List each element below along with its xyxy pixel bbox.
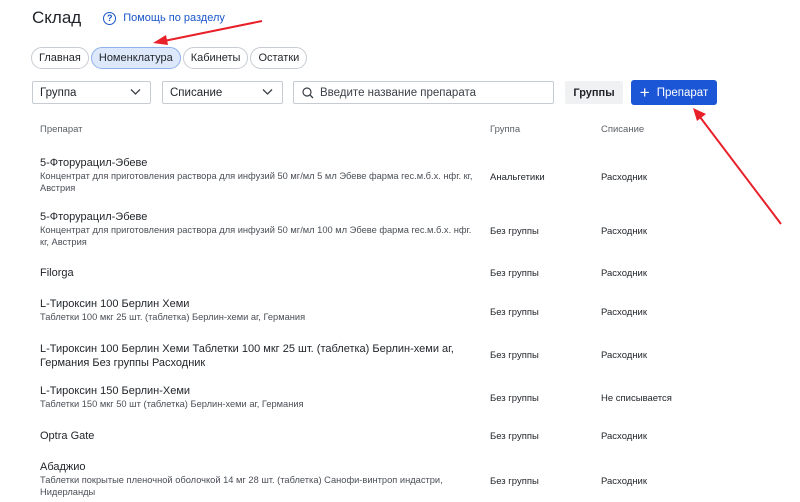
- drug-group: Без группы: [490, 226, 539, 237]
- tab-stock[interactable]: Остатки: [250, 47, 308, 69]
- drug-writeoff: Расходник: [601, 431, 648, 442]
- plus-icon: +: [639, 83, 650, 102]
- drug-name: L-Тироксин 100 Берлин Хеми Таблетки 100 …: [40, 343, 454, 369]
- drug-name: Filorga: [40, 267, 74, 279]
- page-header: Склад ? Помощь по разделу: [32, 6, 225, 30]
- drug-group: Без группы: [490, 476, 539, 487]
- drug-writeoff: Расходник: [601, 268, 648, 279]
- drug-writeoff: Расходник: [601, 476, 648, 487]
- drug-description: Концентрат для приготовления раствора дл…: [40, 225, 472, 247]
- tab-main-label: Главная: [39, 52, 81, 64]
- drug-group: Без группы: [490, 350, 539, 361]
- help-link[interactable]: ? Помощь по разделу: [103, 11, 225, 25]
- tab-main[interactable]: Главная: [31, 47, 89, 69]
- add-drug-button[interactable]: + Препарат: [631, 80, 717, 105]
- drug-name: L-Тироксин 150 Берлин-Хеми: [40, 385, 191, 397]
- drug-writeoff: Расходник: [601, 172, 648, 183]
- drug-group: Анальгетики: [490, 172, 545, 183]
- table-header: Препарат Группа Списание: [0, 124, 800, 138]
- help-link-label: Помощь по разделу: [123, 12, 225, 24]
- drug-writeoff: Расходник: [601, 350, 648, 361]
- drug-name: 5-Фторурацил-Эбеве: [40, 211, 148, 223]
- page-title: Склад: [32, 8, 82, 27]
- drug-name: L-Тироксин 100 Берлин Хеми: [40, 298, 190, 310]
- tab-nomenclature-label: Номенклатура: [98, 52, 173, 64]
- drug-writeoff: Не списывается: [601, 393, 672, 404]
- drug-description: Таблетки покрытые пленочной оболочкой 14…: [40, 475, 443, 497]
- groups-button[interactable]: Группы: [565, 81, 623, 104]
- tab-cabinets[interactable]: Кабинеты: [182, 47, 249, 69]
- annotation-arrows: [153, 20, 782, 225]
- drug-description: Таблетки 100 мкг 25 шт. (таблетка) Берли…: [40, 312, 306, 322]
- drug-name: 5-Фторурацил-Эбеве: [40, 157, 148, 169]
- drug-name: Абаджио: [40, 461, 86, 473]
- groups-button-label: Группы: [573, 86, 615, 99]
- search-input[interactable]: [320, 86, 540, 99]
- search-box: [293, 81, 554, 104]
- drug-group: Без группы: [490, 393, 539, 404]
- drug-name: Optra Gate: [40, 430, 95, 442]
- drug-writeoff: Расходник: [601, 307, 648, 318]
- drug-writeoff: Расходник: [601, 226, 648, 237]
- column-header-group: Группа: [490, 124, 521, 135]
- drug-group: Без группы: [490, 307, 539, 318]
- question-icon: ?: [103, 11, 117, 25]
- group-select[interactable]: Группа: [32, 81, 151, 104]
- chevron-down-icon: [262, 89, 273, 95]
- writeoff-select[interactable]: Списание: [162, 81, 283, 104]
- drug-group: Без группы: [490, 431, 539, 442]
- tab-cabinets-label: Кабинеты: [190, 52, 241, 64]
- tab-nomenclature[interactable]: Номенклатура: [90, 47, 181, 69]
- tab-stock-label: Остатки: [258, 52, 300, 64]
- group-select-value: Группа: [40, 86, 77, 99]
- writeoff-select-value: Списание: [170, 86, 223, 99]
- search-icon: [302, 86, 314, 98]
- drug-description: Таблетки 150 мкг 50 шт (таблетка) Берлин…: [40, 399, 304, 409]
- column-header-writeoff: Списание: [601, 124, 645, 135]
- chevron-down-icon: [130, 89, 141, 95]
- drug-group: Без группы: [490, 268, 539, 279]
- section-tabs: Главная Номенклатура Кабинеты Остатки: [31, 47, 309, 69]
- column-header-drug: Препарат: [40, 124, 83, 135]
- drug-description: Концентрат для приготовления раствора дл…: [40, 171, 473, 193]
- add-drug-button-label: Препарат: [656, 86, 709, 99]
